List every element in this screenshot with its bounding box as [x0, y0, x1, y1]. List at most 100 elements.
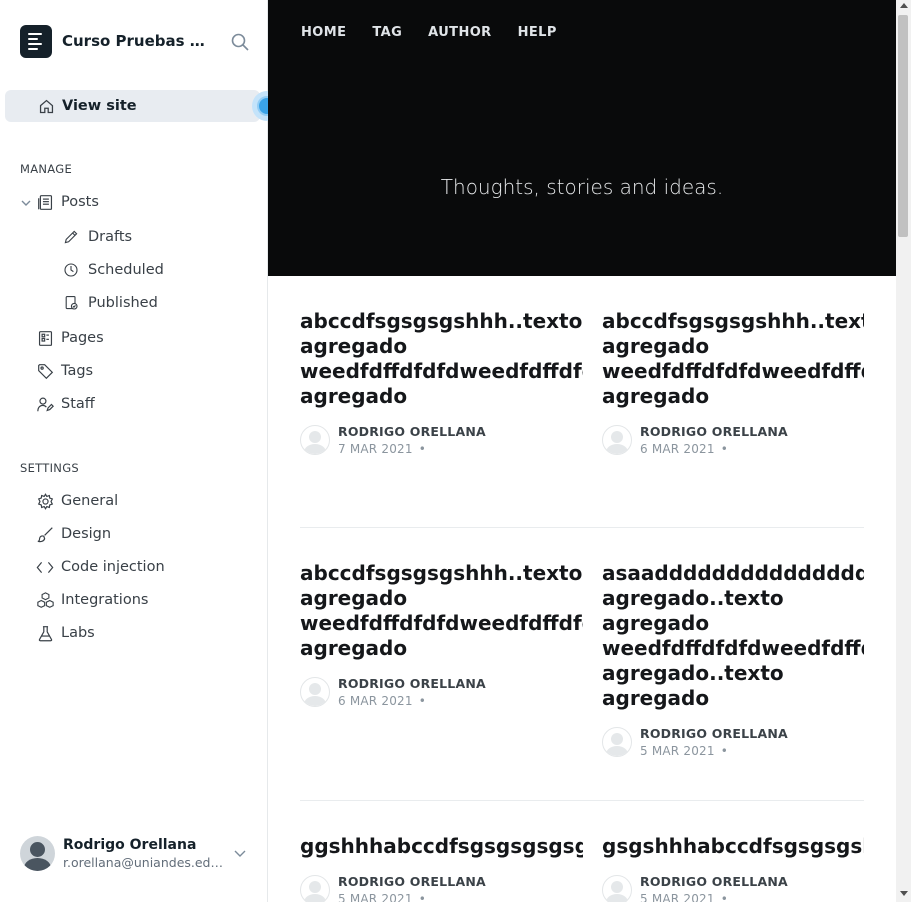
integrations-icon — [36, 591, 54, 609]
post-title[interactable]: asaaddddddddddddddddd agregado..texto ag… — [602, 561, 864, 711]
post-date: 5 MAR 2021 — [640, 892, 715, 902]
code-icon — [36, 558, 54, 576]
post-date: 5 MAR 2021 — [640, 744, 715, 758]
search-icon[interactable] — [230, 32, 250, 52]
author-avatar[interactable] — [300, 677, 330, 707]
site-preview: HOME TAG AUTHOR HELP Thoughts, stories a… — [268, 0, 911, 902]
sidebar-item-integrations[interactable]: Integrations — [5, 584, 260, 616]
pages-icon — [36, 329, 54, 347]
post-author[interactable]: RODRIGO ORELLANA — [338, 874, 486, 889]
post-title[interactable]: gsgshhhabccdfsgsgsgshhh — [602, 834, 864, 859]
home-icon — [37, 97, 55, 115]
scroll-up-arrow-icon[interactable] — [900, 3, 908, 8]
post-author[interactable]: RODRIGO ORELLANA — [640, 726, 788, 741]
tag-icon — [36, 362, 54, 380]
site-logo-icon — [20, 24, 52, 58]
user-email: r.orellana@uniandes.edu... — [63, 854, 223, 870]
post-meta: RODRIGO ORELLANA 7 MAR 2021 • — [300, 423, 583, 457]
post-title[interactable]: ggshhhabccdfsgsgsgsgsgshhh — [300, 834, 583, 859]
site-nav: HOME TAG AUTHOR HELP — [301, 25, 583, 40]
settings-section-label: SETTINGS — [20, 461, 80, 475]
sidebar-item-pages[interactable]: Pages — [5, 322, 260, 354]
flask-icon — [36, 624, 54, 642]
author-avatar[interactable] — [602, 425, 632, 455]
sidebar-item-drafts[interactable]: Drafts — [5, 221, 260, 253]
site-header: HOME TAG AUTHOR HELP Thoughts, stories a… — [268, 0, 896, 276]
manage-section-label: MANAGE — [20, 162, 73, 176]
sidebar-item-staff[interactable]: Staff — [5, 388, 260, 420]
post-card[interactable]: asaaddddddddddddddddd agregado..texto ag… — [602, 561, 864, 759]
scroll-down-arrow-icon[interactable] — [900, 891, 908, 896]
post-meta: RODRIGO ORELLANA 6 MAR 2021 • — [300, 675, 583, 709]
post-date: 6 MAR 2021 — [338, 694, 413, 708]
post-meta: RODRIGO ORELLANA 5 MAR 2021 • — [602, 725, 864, 759]
post-card[interactable]: abccdfsgsgsgshhh..texto agregado weedfdf… — [300, 309, 583, 457]
user-menu[interactable]: Rodrigo Orellana r.orellana@uniandes.edu… — [20, 833, 260, 873]
sidebar-item-tags[interactable]: Tags — [5, 355, 260, 387]
post-author[interactable]: RODRIGO ORELLANA — [640, 424, 788, 439]
author-avatar[interactable] — [300, 425, 330, 455]
post-title[interactable]: abccdfsgsgsgshhh..texto agregado weedfdf… — [300, 309, 583, 409]
chevron-down-icon[interactable] — [232, 845, 248, 861]
sidebar-item-code-injection[interactable]: Code injection — [5, 551, 260, 583]
sidebar-item-general[interactable]: General — [5, 485, 260, 517]
post-date: 5 MAR 2021 — [338, 892, 413, 902]
post-meta: RODRIGO ORELLANA 5 MAR 2021 • — [602, 873, 864, 902]
user-name: Rodrigo Orellana — [63, 836, 197, 853]
view-site-label: View site — [62, 98, 137, 114]
code-injection-label: Code injection — [61, 559, 165, 575]
post-date: 6 MAR 2021 — [640, 442, 715, 456]
nav-link-tag[interactable]: TAG — [372, 25, 402, 40]
brand[interactable]: Curso Pruebas de ... — [20, 24, 250, 58]
published-label: Published — [88, 295, 158, 311]
admin-sidebar: Curso Pruebas de ... View site MANAGE Po… — [0, 0, 282, 902]
labs-label: Labs — [61, 625, 95, 641]
staff-icon — [36, 395, 54, 413]
gear-icon — [36, 492, 54, 510]
sidebar-item-scheduled[interactable]: Scheduled — [5, 254, 260, 286]
posts-icon — [36, 193, 54, 211]
post-date: 7 MAR 2021 — [338, 442, 413, 456]
sidebar-item-labs[interactable]: Labs — [5, 617, 260, 649]
nav-link-author[interactable]: AUTHOR — [428, 25, 491, 40]
author-avatar[interactable] — [602, 875, 632, 902]
sidebar-item-published[interactable]: Published — [5, 287, 260, 319]
pencil-icon — [62, 228, 80, 246]
nav-link-home[interactable]: HOME — [301, 25, 346, 40]
post-author[interactable]: RODRIGO ORELLANA — [338, 676, 486, 691]
general-label: General — [61, 493, 119, 509]
post-meta: RODRIGO ORELLANA 6 MAR 2021 • — [602, 423, 864, 457]
sidebar-item-design[interactable]: Design — [5, 518, 260, 550]
post-card[interactable]: abccdfsgsgsgshhh..texto agregado weedfdf… — [602, 309, 864, 457]
post-divider — [300, 800, 864, 801]
scheduled-label: Scheduled — [88, 262, 164, 278]
author-avatar[interactable] — [602, 727, 632, 757]
site-tagline: Thoughts, stories and ideas. — [440, 175, 724, 199]
post-title[interactable]: abccdfsgsgsgshhh..texto agregado weedfdf… — [602, 309, 864, 409]
drafts-label: Drafts — [88, 229, 133, 245]
post-card[interactable]: ggshhhabccdfsgsgsgsgsgshhh RODRIGO ORELL… — [300, 834, 583, 902]
posts-label: Posts — [61, 194, 99, 210]
post-title[interactable]: abccdfsgsgsgshhh..texto agregado weedfdf… — [300, 561, 583, 661]
post-author[interactable]: RODRIGO ORELLANA — [338, 424, 486, 439]
brush-icon — [36, 525, 54, 543]
author-avatar[interactable] — [300, 875, 330, 902]
nav-link-help[interactable]: HELP — [518, 25, 557, 40]
post-meta: RODRIGO ORELLANA 5 MAR 2021 • — [300, 873, 583, 902]
sidebar-item-posts[interactable]: Posts — [5, 186, 260, 218]
pages-label: Pages — [61, 330, 104, 346]
integrations-label: Integrations — [61, 592, 149, 608]
clock-icon — [62, 261, 80, 279]
view-site-link[interactable]: View site — [5, 90, 260, 122]
post-card[interactable]: abccdfsgsgsgshhh..texto agregado weedfdf… — [300, 561, 583, 709]
post-author[interactable]: RODRIGO ORELLANA — [640, 874, 788, 889]
published-icon — [62, 294, 80, 312]
staff-label: Staff — [61, 396, 95, 412]
design-label: Design — [61, 526, 112, 542]
site-title: Curso Pruebas de ... — [62, 32, 214, 50]
post-divider — [300, 527, 864, 528]
post-card[interactable]: gsgshhhabccdfsgsgsgshhh RODRIGO ORELLANA… — [602, 834, 864, 902]
scrollbar-thumb[interactable] — [898, 15, 908, 237]
tags-label: Tags — [61, 363, 94, 379]
avatar — [20, 835, 55, 871]
